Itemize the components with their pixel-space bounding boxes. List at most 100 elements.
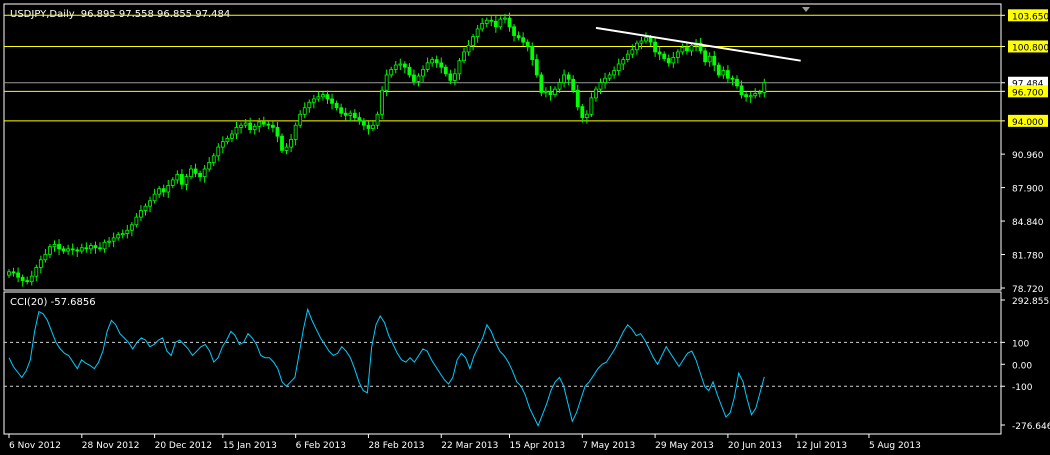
- candle-body: [657, 51, 662, 55]
- candle-body: [434, 59, 439, 64]
- candle-body: [402, 63, 407, 68]
- price-tick-label: 84.840: [1012, 218, 1044, 228]
- candle-body: [748, 95, 753, 98]
- candle-body: [325, 94, 330, 100]
- candle-body: [648, 37, 653, 43]
- time-tick-label: 7 May 2013: [582, 441, 635, 451]
- candle-body: [384, 74, 389, 91]
- candle-body: [489, 19, 494, 22]
- candle-body: [293, 124, 298, 140]
- candle-body: [248, 122, 253, 131]
- candle-body: [530, 46, 535, 60]
- candle-body: [516, 35, 521, 39]
- candle-body: [120, 233, 125, 236]
- candle-body: [84, 247, 89, 250]
- candle-body: [361, 120, 366, 126]
- candle-body: [43, 253, 48, 261]
- candle-body: [407, 66, 412, 76]
- candle-body: [116, 234, 121, 239]
- candle-body: [307, 101, 312, 109]
- candle-body: [161, 188, 166, 193]
- candle-body: [139, 210, 143, 218]
- cci-pane-frame: [3, 291, 1002, 435]
- price-tick-label: 103.650: [1012, 12, 1049, 22]
- candle-body: [189, 168, 193, 178]
- candle-body: [685, 47, 689, 52]
- candle-body: [202, 168, 207, 178]
- price-tick-label: 100.800: [1012, 43, 1049, 53]
- candle-body: [498, 18, 503, 28]
- candle-body: [721, 70, 726, 76]
- candle-body: [280, 135, 284, 151]
- candle-body: [762, 82, 767, 93]
- candle-body: [357, 117, 362, 122]
- candle-body: [348, 112, 353, 116]
- price-tick-label: 87.900: [1012, 185, 1044, 195]
- cci-tick-label: 100: [1012, 339, 1029, 349]
- candle-body: [621, 59, 626, 65]
- time-axis: 6 Nov 2012 28 Nov 2012 20 Dec 2012 15 Jan 2…: [8, 434, 921, 451]
- candle-body: [252, 125, 257, 131]
- candle-body: [744, 94, 748, 98]
- candle-body: [70, 248, 75, 251]
- candle-body: [230, 133, 234, 139]
- candle-body: [666, 58, 671, 64]
- candle-body: [34, 267, 39, 277]
- price-tick-label: 78.720: [1012, 285, 1044, 295]
- candle-body: [457, 60, 462, 75]
- candle-body: [425, 62, 430, 70]
- candle-body: [598, 82, 603, 90]
- candle-body: [548, 90, 553, 96]
- candle-body: [712, 55, 717, 66]
- cci-tick-label: 0.00: [1012, 361, 1032, 371]
- candle-body: [66, 248, 71, 252]
- candle-body: [553, 88, 557, 96]
- candle-body: [284, 146, 289, 151]
- candle-body: [16, 272, 21, 278]
- candle-body: [480, 23, 485, 30]
- time-tick-label: 6 Feb 2013: [296, 441, 346, 451]
- candle-body: [726, 70, 730, 79]
- candle-body: [616, 63, 621, 71]
- candle-body: [179, 174, 184, 185]
- time-tick-label: 15 Apr 2013: [510, 441, 566, 451]
- candle-body: [339, 107, 344, 114]
- candle-body: [703, 50, 708, 63]
- candle-body: [198, 172, 203, 178]
- candle-body: [412, 74, 416, 82]
- candle-body: [257, 121, 262, 127]
- cci-axis: 292.8552 100 0.00 -100 -276.646: [1001, 297, 1050, 432]
- candle-body: [562, 74, 566, 83]
- candle-body: [525, 41, 530, 47]
- candle-body: [316, 96, 321, 100]
- candle-body: [302, 107, 307, 115]
- candle-body: [48, 246, 52, 255]
- candle-body: [166, 184, 171, 193]
- candle-body: [98, 247, 102, 250]
- candle-body: [289, 139, 294, 148]
- candle-body: [662, 53, 667, 59]
- candle-body: [61, 248, 66, 252]
- time-tick-label: 12 Jul 2013: [796, 441, 847, 451]
- candle-body: [170, 179, 175, 186]
- candle-body: [675, 51, 680, 58]
- candle-body: [143, 205, 148, 211]
- time-tick-label: 15 Jan 2013: [223, 441, 277, 451]
- candle-body: [93, 245, 98, 249]
- candle-body: [521, 37, 526, 43]
- candle-body: [603, 77, 607, 83]
- candle-body: [471, 36, 476, 46]
- candle-body: [366, 124, 371, 129]
- candle-body: [584, 113, 589, 118]
- candle-body: [225, 137, 230, 143]
- candle-body: [671, 57, 676, 64]
- time-tick-label: 22 Mar 2013: [441, 441, 498, 451]
- candle-body: [503, 17, 507, 20]
- candle-body: [261, 121, 266, 125]
- candle-body: [512, 26, 516, 36]
- candle-body: [152, 193, 157, 202]
- candle-body: [730, 77, 735, 80]
- candle-body: [544, 90, 548, 93]
- candle-body: [129, 224, 134, 231]
- candle-body: [334, 102, 339, 109]
